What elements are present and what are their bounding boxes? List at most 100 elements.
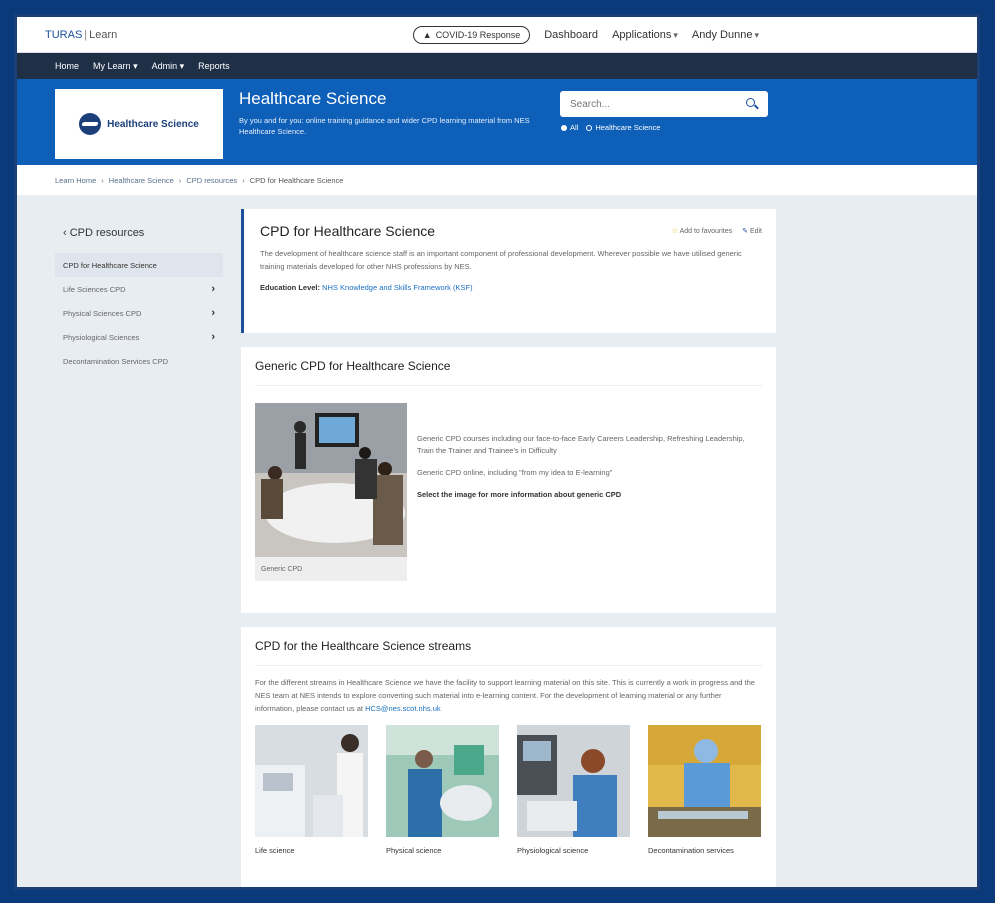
sidebar: ‹ CPD resources CPD for Healthcare Scien… (55, 215, 223, 373)
radio-selected-icon (561, 125, 567, 132)
physiological-science-photo (517, 725, 630, 837)
edit-label: Edit (749, 228, 762, 235)
nav-reports[interactable]: Reports (198, 61, 230, 71)
edit-button[interactable]: ✎ Edit (742, 227, 762, 235)
chevron-right-icon: › (211, 331, 215, 343)
scope-all-label: All (570, 123, 579, 132)
applications-label: Applications (612, 28, 672, 41)
stream-decontamination[interactable]: Decontamination services (648, 725, 761, 855)
search-scope: All Healthcare Science (561, 123, 660, 132)
education-level-link[interactable]: NHS Knowledge and Skills Framework (KSF) (322, 283, 472, 292)
decontamination-photo (648, 725, 761, 837)
generic-cpd-image[interactable]: Generic CPD (255, 403, 407, 581)
education-level: Education Level: NHS Knowledge and Skill… (260, 283, 760, 292)
sidebar-item-label: Physiological Sciences (63, 332, 140, 342)
breadcrumb: Learn Home › Healthcare Science › CPD reso… (17, 165, 977, 195)
breadcrumb-cpd-resources[interactable]: CPD resources (186, 176, 237, 185)
brand-sub: Learn (89, 28, 118, 41)
radio-icon (586, 125, 593, 132)
contact-email-link[interactable]: HCS@nes.scot.nhs.uk (365, 704, 441, 713)
stream-label: Decontamination services (648, 846, 734, 855)
top-nav: ▲ COVID-19 Response Dashboard Applicatio… (412, 25, 759, 44)
edit-icon: ✎ (742, 228, 748, 235)
meeting-photo (255, 403, 407, 557)
generic-cpd-card: Generic CPD for Healthcare Science Gener… (241, 347, 776, 613)
chevron-down-icon: ▾ (133, 60, 138, 71)
chevron-down-icon: ▾ (673, 29, 678, 40)
main-nav: Home My Learn ▾ Admin ▾ Reports (17, 53, 977, 79)
streams-text-body: For the different streams in Healthcare … (255, 678, 755, 713)
chevron-down-icon: ▾ (754, 29, 759, 40)
nav-mylearn[interactable]: My Learn ▾ (93, 61, 138, 72)
generic-text-2: Generic CPD online, including "from my i… (417, 468, 613, 477)
applications-menu[interactable]: Applications ▾ (612, 29, 678, 41)
warning-icon: ▲ (422, 29, 432, 40)
sidebar-item-label: Physical Sciences CPD (63, 308, 142, 318)
search-input[interactable] (570, 98, 746, 110)
stream-physiological-science[interactable]: Physiological science (517, 725, 630, 855)
education-level-label: Education Level: (260, 283, 321, 292)
stream-label: Life science (255, 846, 295, 855)
user-menu[interactable]: Andy Dunne ▾ (692, 29, 759, 41)
streams-card: CPD for the Healthcare Science streams F… (241, 627, 776, 887)
breadcrumb-current: CPD for Healthcare Science (249, 175, 344, 185)
browser-frame: TURAS | Learn ▲ COVID-19 Response Dashboar… (14, 14, 980, 890)
covid-button-label: COVID-19 Response (435, 29, 521, 40)
generic-cpd-title: Generic CPD for Healthcare Science (255, 359, 762, 386)
sidebar-item-label: CPD for Healthcare Science (63, 260, 157, 270)
search-icon[interactable] (746, 98, 758, 110)
sidebar-item-label: Decontamination Services CPD (63, 356, 169, 366)
top-bar: TURAS | Learn ▲ COVID-19 Response Dashboar… (17, 17, 977, 53)
sidebar-item-physical-sciences[interactable]: Physical Sciences CPD › (55, 301, 223, 325)
brand-name: TURAS (45, 28, 83, 41)
logo-text: Healthcare Science (107, 118, 199, 130)
sidebar-back-link[interactable]: ‹ CPD resources (55, 215, 223, 253)
streams-text: For the different streams in Healthcare … (255, 676, 762, 715)
breadcrumb-learn-home[interactable]: Learn Home (55, 176, 96, 185)
generic-cpd-text: Generic CPD courses including our face-t… (417, 433, 747, 511)
sidebar-item-physiological-sciences[interactable]: Physiological Sciences › (55, 325, 223, 349)
search-box (560, 91, 768, 117)
sidebar-item-decontamination[interactable]: Decontamination Services CPD (55, 349, 223, 373)
scope-site-label: Healthcare Science (595, 123, 661, 132)
user-name: Andy Dunne (691, 28, 753, 41)
chevron-right-icon: › (211, 307, 215, 319)
stream-life-science[interactable]: Life science (255, 725, 368, 855)
sidebar-item-label: Life Sciences CPD (63, 284, 126, 294)
generic-text-3: Select the image for more information ab… (417, 490, 622, 499)
nav-admin[interactable]: Admin ▾ (152, 61, 185, 72)
logo-icon (79, 113, 102, 135)
chevron-right-icon: › (211, 283, 215, 295)
covid-response-button[interactable]: ▲ COVID-19 Response (412, 25, 531, 44)
scope-all[interactable]: All (561, 123, 578, 132)
stream-label: Physical science (386, 846, 442, 855)
nav-admin-label: Admin (151, 60, 178, 71)
add-favourite-label: Add to favourites (679, 228, 733, 235)
scope-site[interactable]: Healthcare Science (586, 123, 660, 132)
site-subtitle: By you and for you: online training guid… (239, 116, 530, 136)
brand-logo[interactable]: TURAS | Learn (45, 29, 117, 41)
generic-text-1: Generic CPD courses including our face-t… (417, 434, 745, 455)
star-icon: ☆ (671, 228, 679, 235)
breadcrumb-healthcare-science[interactable]: Healthcare Science (109, 176, 174, 185)
page-header-card: CPD for Healthcare Science ☆ Add to favo… (241, 209, 776, 333)
page-description: The development of healthcare science st… (260, 249, 742, 271)
page-actions: ☆ Add to favourites ✎ Edit (672, 227, 762, 235)
nav-mylearn-label: My Learn (93, 60, 131, 71)
sidebar-item-life-sciences[interactable]: Life Sciences CPD › (55, 277, 223, 301)
add-favourite-button[interactable]: ☆ Add to favourites (672, 227, 732, 235)
chevron-down-icon: ▾ (179, 60, 185, 71)
site-logo[interactable]: Healthcare Science (55, 89, 223, 159)
generic-cpd-caption: Generic CPD (255, 557, 407, 581)
nav-home[interactable]: Home (55, 61, 79, 71)
streams-list: Life science Physical science Physiologi… (255, 725, 762, 855)
stream-label: Physiological science (517, 846, 589, 855)
site-hero: Healthcare Science Healthcare Science By… (17, 79, 977, 165)
dashboard-link[interactable]: Dashboard (544, 29, 598, 41)
sidebar-item-cpd-healthcare-science[interactable]: CPD for Healthcare Science (55, 253, 223, 277)
stream-physical-science[interactable]: Physical science (386, 725, 499, 855)
physical-science-photo (386, 725, 499, 837)
site-title: Healthcare Science (239, 89, 387, 108)
streams-title: CPD for the Healthcare Science streams (255, 639, 762, 666)
content-area: ‹ CPD resources CPD for Healthcare Scien… (17, 195, 977, 887)
